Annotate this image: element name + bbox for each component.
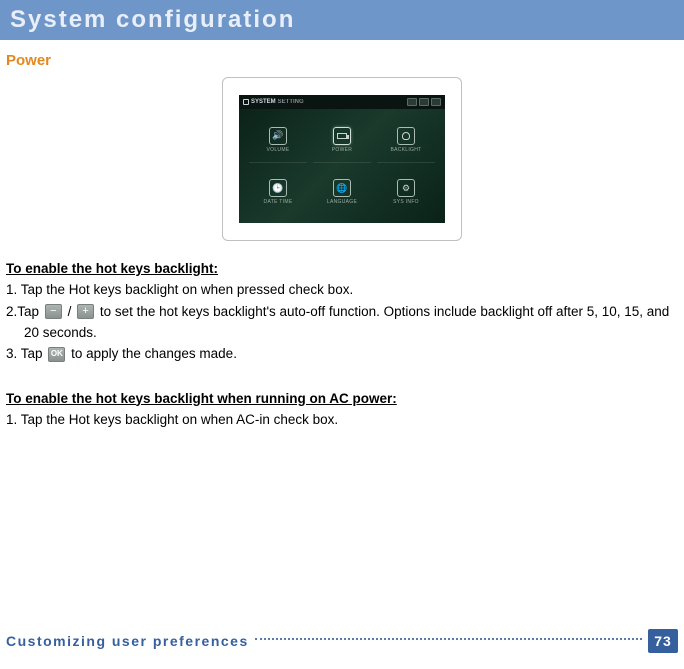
tile-label: POWER [332, 147, 352, 153]
step-1: 1. Tap the Hot keys backlight on when pr… [6, 280, 678, 300]
footer-dots [255, 638, 642, 640]
device-title: SYSTEM [251, 99, 276, 105]
tile-power: POWER [313, 117, 371, 163]
step-2-slash: / [68, 304, 72, 319]
tile-label: BACKLIGHT [390, 147, 421, 153]
tile-label: VOLUME [267, 147, 290, 153]
step-3-text-a: 3. Tap [6, 346, 43, 361]
step-2-text-a: 2.Tap [6, 304, 39, 319]
speaker-icon: 🔊 [269, 127, 287, 145]
bulb-icon [397, 127, 415, 145]
minus-icon: − [45, 304, 62, 319]
tile-label: DATE TIME [264, 199, 293, 205]
step-3: 3. Tap OK to apply the changes made. [6, 344, 678, 364]
step-3-text-b: to apply the changes made. [71, 346, 237, 361]
device-topbar-title: SYSTEM SETTING [243, 99, 304, 105]
section-label: Power [6, 52, 684, 69]
step-4: 1. Tap the Hot keys backlight on when AC… [6, 410, 678, 430]
battery-icon [333, 127, 351, 145]
step-2-text-c: to set the hot keys backlight's auto-off… [100, 304, 669, 319]
device-grid: 🔊 VOLUME POWER BACKLIGHT 🕒 DATE TIME 🌐 L… [239, 109, 445, 223]
close-icon [431, 98, 441, 106]
header-bar: System configuration [0, 0, 684, 40]
footer: Customizing user preferences 73 [0, 629, 684, 653]
tile-volume: 🔊 VOLUME [249, 117, 307, 163]
tile-sysinfo: ⚙ SYS INFO [377, 169, 435, 215]
tile-datetime: 🕒 DATE TIME [249, 169, 307, 215]
page-title: System configuration [10, 6, 674, 34]
device-topbar: SYSTEM SETTING [239, 95, 445, 109]
tile-backlight: BACKLIGHT [377, 117, 435, 163]
screenshot-frame: SYSTEM SETTING 🔊 VOLUME POWER BACKLIGHT [222, 77, 462, 241]
plus-icon: + [77, 304, 94, 319]
tile-label: SYS INFO [393, 199, 419, 205]
device-topbar-icons [407, 98, 441, 106]
device-screenshot: SYSTEM SETTING 🔊 VOLUME POWER BACKLIGHT [239, 95, 445, 223]
mute-icon [419, 98, 429, 106]
system-icon [243, 99, 249, 105]
device-subtitle: SETTING [278, 99, 304, 105]
home-icon [407, 98, 417, 106]
tile-label: LANGUAGE [327, 199, 357, 205]
page-number: 73 [648, 629, 678, 653]
gear-icon: ⚙ [397, 179, 415, 197]
globe-icon: 🌐 [333, 179, 351, 197]
step-2: 2.Tap − / + to set the hot keys backligh… [6, 302, 678, 322]
body-content: To enable the hot keys backlight: 1. Tap… [0, 259, 684, 430]
subheading-ac-power: To enable the hot keys backlight when ru… [6, 389, 678, 409]
step-2-cont: 20 seconds. [6, 323, 678, 343]
tile-language: 🌐 LANGUAGE [313, 169, 371, 215]
footer-text: Customizing user preferences [6, 633, 249, 649]
subheading-enable-backlight: To enable the hot keys backlight: [6, 259, 678, 279]
ok-icon: OK [48, 347, 65, 362]
clock-icon: 🕒 [269, 179, 287, 197]
